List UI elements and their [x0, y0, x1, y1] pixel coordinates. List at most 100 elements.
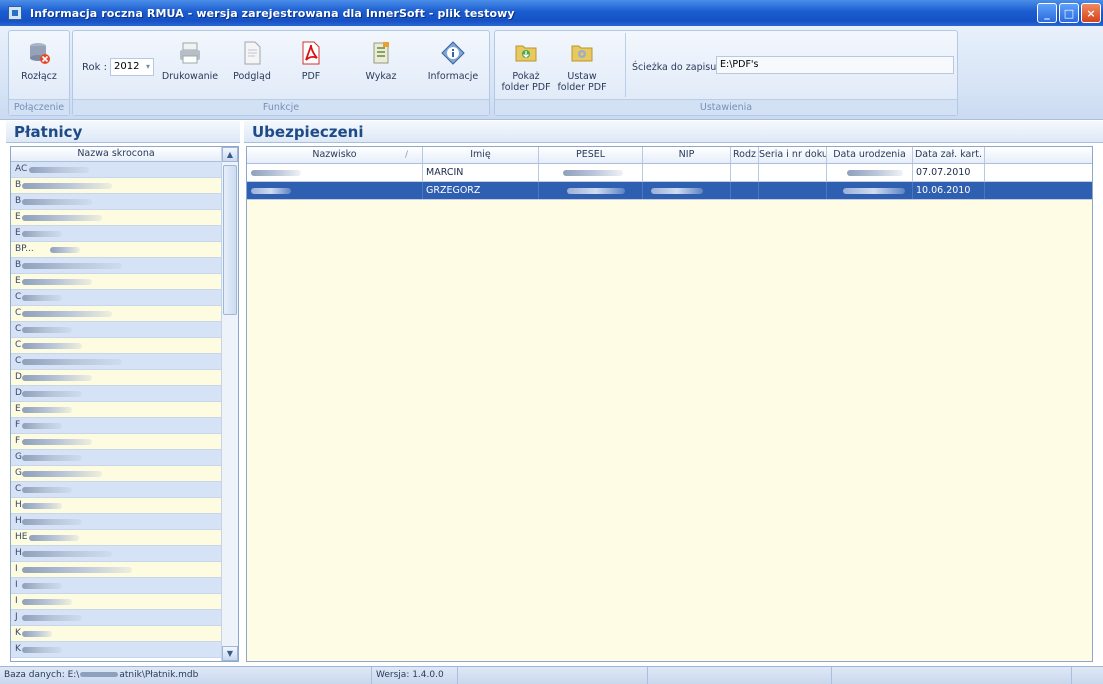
pdf-button[interactable]: PDF — [291, 41, 331, 82]
cell-firstname: GRZEGORZ — [423, 182, 539, 199]
payer-short-name: E — [15, 212, 21, 222]
list-item[interactable]: B — [11, 194, 221, 210]
list-button[interactable]: Wykaz — [361, 41, 401, 82]
list-item[interactable]: BP... — [11, 242, 221, 258]
payer-short-name: I — [15, 564, 18, 574]
column-header-short-name[interactable]: Nazwa skrocona — [11, 147, 221, 162]
redacted-mark — [29, 535, 79, 541]
list-item[interactable]: F — [11, 418, 221, 434]
list-item[interactable]: C — [11, 306, 221, 322]
payer-short-name: D — [15, 372, 22, 382]
cell-nip — [643, 182, 731, 199]
list-item[interactable]: G — [11, 450, 221, 466]
preview-button[interactable]: Podgląd — [225, 41, 279, 82]
payer-short-name: H — [15, 516, 22, 526]
redacted-mark — [22, 263, 122, 269]
list-item[interactable]: C — [11, 290, 221, 306]
list-item[interactable]: E — [11, 402, 221, 418]
cell-surname — [247, 182, 423, 199]
scroll-up-arrow-icon[interactable]: ▲ — [222, 147, 238, 162]
printer-icon — [178, 41, 202, 65]
cell-card-date: 07.07.2010 — [913, 164, 985, 181]
payers-rows: AC B B E E BP... B E C C C C C D D E F F G G C H H HE H I I I J K K — [11, 162, 221, 658]
payer-short-name: BP... — [15, 244, 34, 254]
list-item[interactable]: H — [11, 546, 221, 562]
list-item[interactable]: B — [11, 258, 221, 274]
info-button[interactable]: Informacje — [423, 41, 483, 82]
column-header-firstname[interactable]: Imię — [423, 147, 539, 163]
column-header-type[interactable]: Rodz — [731, 147, 759, 163]
list-item[interactable]: K — [11, 626, 221, 642]
table-row[interactable]: MARCIN 07.07.2010 — [247, 164, 1092, 182]
list-item[interactable]: C — [11, 338, 221, 354]
redacted-mark — [22, 647, 62, 653]
minimize-button[interactable]: _ — [1037, 3, 1057, 23]
payer-short-name: C — [15, 484, 22, 494]
redacted-mark — [563, 170, 623, 176]
column-header-card-date[interactable]: Data zał. kart. — [913, 147, 985, 163]
list-item[interactable]: I — [11, 562, 221, 578]
redacted-mark — [50, 247, 80, 253]
year-select[interactable]: 2012 ▾ — [110, 58, 154, 76]
list-item[interactable]: B — [11, 178, 221, 194]
scroll-down-arrow-icon[interactable]: ▼ — [222, 646, 238, 661]
pdf-path-field[interactable]: E:\PDF's — [716, 56, 954, 74]
payers-scrollbar[interactable]: ▲ ▼ — [221, 147, 238, 661]
redacted-mark — [22, 471, 102, 477]
document-preview-icon — [240, 41, 264, 65]
disconnect-button[interactable]: Rozłącz — [15, 41, 63, 82]
info-icon — [441, 41, 465, 65]
resize-grip-icon[interactable] — [1072, 667, 1103, 684]
print-label: Drukowanie — [161, 71, 219, 82]
column-header-document[interactable]: Seria i nr dokum — [759, 147, 827, 163]
list-item[interactable]: I — [11, 578, 221, 594]
status-empty-3 — [832, 667, 1072, 684]
list-item[interactable]: I — [11, 594, 221, 610]
pdf-label: PDF — [301, 71, 321, 82]
redacted-mark — [22, 183, 112, 189]
list-item[interactable]: G — [11, 466, 221, 482]
close-button[interactable]: × — [1081, 3, 1101, 23]
list-item[interactable]: C — [11, 354, 221, 370]
maximize-button[interactable]: □ — [1059, 3, 1079, 23]
status-db-suffix: atnik\Płatnik.mdb — [119, 670, 199, 680]
cell-birth-date — [827, 182, 913, 199]
payer-short-name: B — [15, 196, 22, 206]
payers-header: Płatnicy — [6, 121, 240, 143]
show-pdf-folder-button[interactable]: Pokaż folder PDF — [501, 41, 551, 93]
chevron-down-icon: ▾ — [145, 62, 150, 71]
folder-settings-icon — [570, 41, 594, 65]
payer-short-name: C — [15, 324, 22, 334]
insured-grid: Nazwisko / Imię PESEL NIP Rodz Seria i n… — [246, 146, 1093, 662]
list-item[interactable]: H — [11, 498, 221, 514]
payer-short-name: K — [15, 644, 21, 654]
list-item[interactable]: H — [11, 514, 221, 530]
column-header-surname[interactable]: Nazwisko / — [247, 147, 423, 163]
list-item[interactable]: K — [11, 642, 221, 658]
set-pdf-folder-label: Ustaw folder PDF — [557, 71, 606, 93]
scroll-thumb[interactable] — [223, 165, 237, 315]
column-header-pesel[interactable]: PESEL — [539, 147, 643, 163]
column-header-birth-date[interactable]: Data urodzenia — [827, 147, 913, 163]
list-item[interactable]: E — [11, 274, 221, 290]
print-button[interactable]: Drukowanie — [155, 41, 225, 82]
list-item[interactable]: C — [11, 482, 221, 498]
list-item[interactable]: C — [11, 322, 221, 338]
list-item[interactable]: D — [11, 370, 221, 386]
preview-label: Podgląd — [233, 71, 271, 82]
table-row-selected[interactable]: GRZEGORZ 10.06.2010 — [247, 182, 1092, 200]
list-item[interactable]: F — [11, 434, 221, 450]
list-item[interactable]: E — [11, 210, 221, 226]
payer-short-name: B — [15, 180, 22, 190]
payer-short-name: G — [15, 468, 22, 478]
list-item[interactable]: D — [11, 386, 221, 402]
list-item[interactable]: AC — [11, 162, 221, 178]
list-item[interactable]: E — [11, 226, 221, 242]
list-item[interactable]: HE — [11, 530, 221, 546]
redacted-mark — [22, 455, 82, 461]
list-item[interactable]: J — [11, 610, 221, 626]
column-header-nip[interactable]: NIP — [643, 147, 731, 163]
set-pdf-folder-button[interactable]: Ustaw folder PDF — [557, 41, 607, 93]
app-icon — [8, 6, 22, 20]
year-label: Rok : — [82, 62, 107, 73]
